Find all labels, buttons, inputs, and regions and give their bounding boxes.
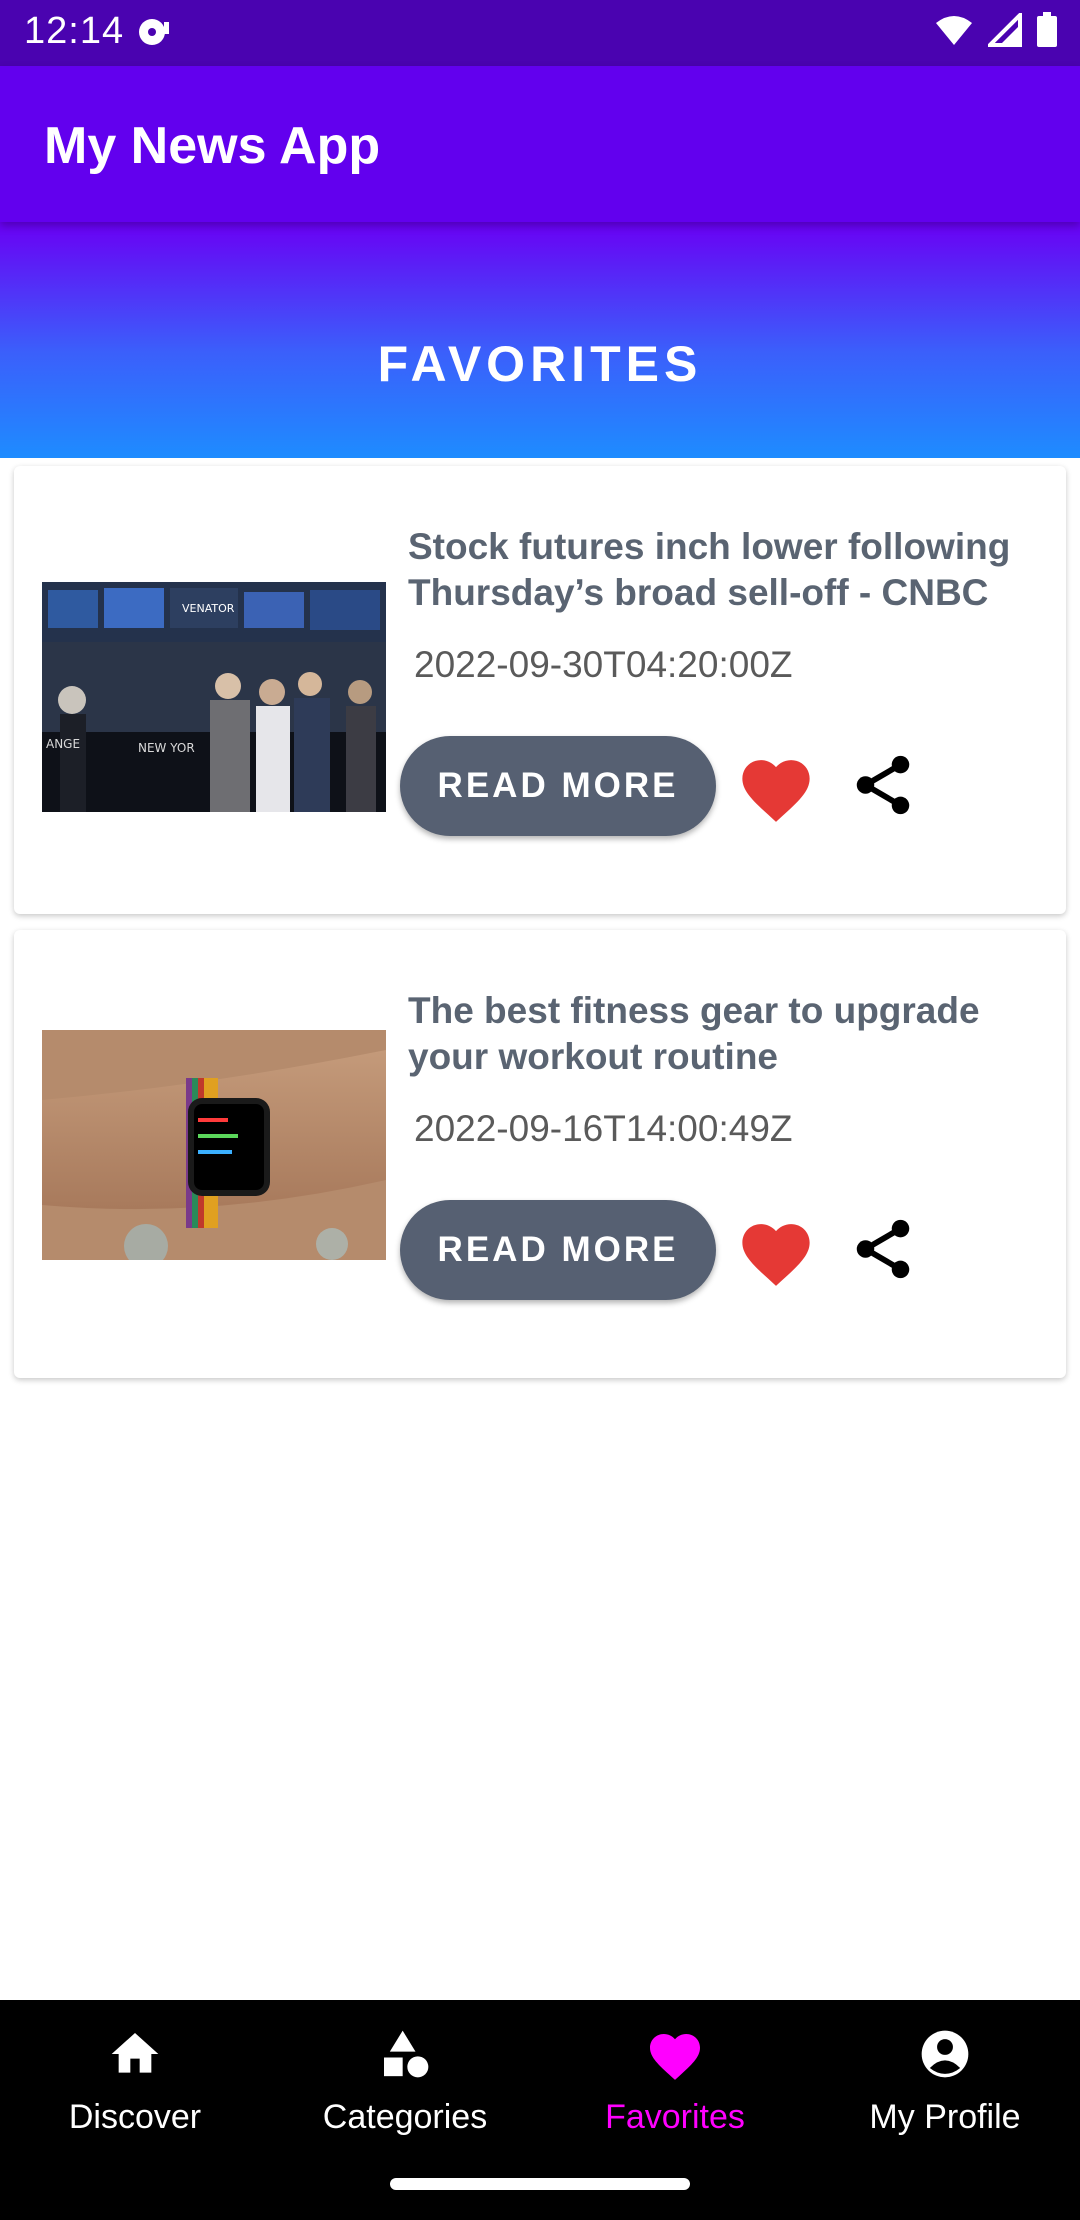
- article-card[interactable]: The best fitness gear to upgrade your wo…: [14, 930, 1066, 1378]
- bottom-navigation: Discover Categories Favorites My Profile: [0, 2000, 1080, 2154]
- thumb-caption-left: ANGE: [46, 737, 80, 751]
- status-time: 12:14: [24, 10, 125, 52]
- media-indicator-icon: [136, 16, 172, 53]
- section-title: FAVORITES: [377, 336, 703, 392]
- nav-item-my-profile[interactable]: My Profile: [810, 2000, 1080, 2154]
- section-header: FAVORITES: [0, 222, 1080, 458]
- read-more-button[interactable]: READ MORE: [400, 1200, 716, 1300]
- nav-item-favorites[interactable]: Favorites: [540, 2000, 810, 2154]
- status-icons: [934, 10, 1058, 53]
- gesture-navigation-bar: [0, 2154, 1080, 2220]
- app-bar: My News App: [0, 66, 1080, 222]
- article-thumbnail[interactable]: VENATOR ANGE NEW YOR: [42, 582, 386, 812]
- share-icon[interactable]: [848, 1212, 918, 1291]
- wifi-icon: [934, 13, 974, 52]
- heart-icon: [645, 2026, 705, 2087]
- battery-icon: [1036, 12, 1058, 53]
- nav-label: Favorites: [605, 2098, 745, 2136]
- nav-label: My Profile: [869, 2098, 1021, 2136]
- article-thumbnail[interactable]: [42, 1030, 386, 1260]
- favorite-heart-icon[interactable]: [734, 750, 818, 829]
- status-bar: 12:14: [0, 0, 1080, 66]
- article-title: The best fitness gear to upgrade your wo…: [408, 990, 980, 1077]
- article-title: Stock futures inch lower following Thurs…: [408, 526, 1011, 613]
- nav-label: Discover: [68, 2098, 202, 2136]
- home-icon: [105, 2026, 165, 2087]
- nav-item-discover[interactable]: Discover: [0, 2000, 270, 2154]
- read-more-button[interactable]: READ MORE: [400, 736, 716, 836]
- signal-icon: [985, 10, 1022, 52]
- app-title: My News App: [44, 117, 381, 175]
- thumb-caption-mid: NEW YOR: [138, 741, 195, 755]
- share-icon[interactable]: [848, 748, 918, 827]
- article-card[interactable]: VENATOR ANGE NEW YOR Stock futures inch …: [14, 466, 1066, 914]
- favorite-heart-icon[interactable]: [734, 1214, 818, 1293]
- shapes-icon: [375, 2026, 435, 2087]
- article-date: 2022-09-30T04:20:00Z: [414, 644, 793, 685]
- nav-item-categories[interactable]: Categories: [270, 2000, 540, 2154]
- nav-label: Categories: [322, 2098, 488, 2136]
- thumb-sign-text: VENATOR: [182, 602, 235, 615]
- account-circle-icon: [915, 2026, 975, 2087]
- article-date: 2022-09-16T14:00:49Z: [414, 1108, 793, 1149]
- home-gesture-handle[interactable]: [390, 2178, 690, 2190]
